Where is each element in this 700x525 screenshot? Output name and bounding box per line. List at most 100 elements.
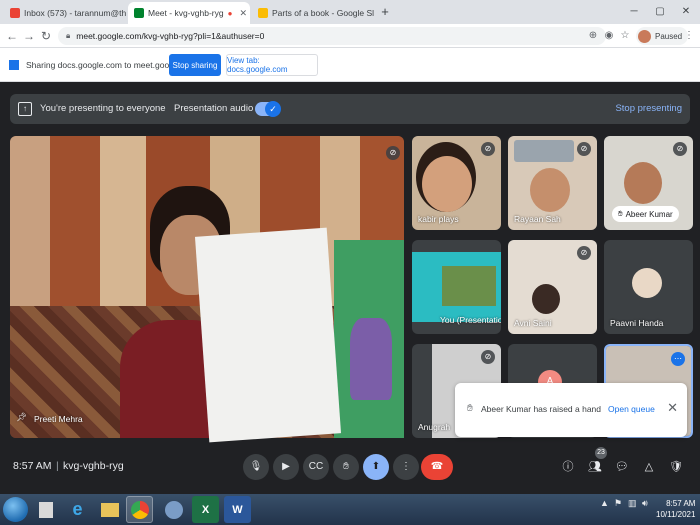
mic-off-icon: ⊘ [577, 142, 591, 156]
mic-off-icon: ⊘ [386, 146, 400, 160]
paper-sheet [194, 227, 342, 443]
presenting-text: You're presenting to everyone [40, 103, 166, 114]
more-options-button[interactable]: ⋮ [393, 454, 419, 480]
open-queue-button[interactable]: Open queue [608, 404, 655, 414]
book-illustration [350, 318, 392, 400]
leave-call-button[interactable]: ☎︎ [421, 454, 453, 480]
file-explorer-icon[interactable] [96, 496, 123, 523]
excel-icon[interactable]: X [192, 496, 219, 523]
minimize-icon[interactable]: ─ [620, 0, 648, 24]
tab-label: Inbox (573) - tarannum@theindi [24, 8, 126, 18]
presentation-audio-toggle[interactable]: ✓ [255, 101, 281, 117]
curtain [100, 136, 146, 316]
participant-tile[interactable]: ⊘ Rayaan Sah [508, 136, 597, 230]
slide-image [442, 266, 496, 306]
mic-button[interactable]: 🎙︎ [243, 454, 269, 480]
system-time: 8:57 AM [666, 499, 696, 508]
chrome-icon[interactable] [126, 496, 153, 523]
captions-icon: CC [308, 461, 324, 472]
mic-icon: 🎙︎ [249, 461, 263, 472]
camera-button[interactable]: ▶︎ [273, 454, 299, 480]
curtain [10, 136, 50, 316]
zoom-icon[interactable]: ⊕ [586, 28, 600, 44]
participant-name: Paavni Handa [610, 318, 664, 328]
camera-icon[interactable]: ◉ [602, 28, 616, 44]
main-tile-name: Preeti Mehra [34, 414, 83, 424]
participant-name: kabir plays [418, 214, 459, 224]
host-controls-icon[interactable]: 🛡︎ [667, 458, 685, 476]
mic-off-icon: ⊘ [577, 246, 591, 260]
participant-name: Rayaan Sah [514, 214, 561, 224]
hand-icon: ✋︎ [467, 403, 473, 414]
tray-chevron-icon[interactable]: ▲ [600, 498, 609, 508]
volume-icon[interactable]: 🔊︎ [642, 498, 648, 509]
presentation-audio-label: Presentation audio [174, 103, 254, 114]
avatar [632, 268, 662, 298]
raised-hand-notification: ✋︎ Abeer Kumar has raised a hand Open qu… [455, 383, 687, 437]
notification-text: Abeer Kumar has raised a hand [481, 404, 602, 414]
people-icon[interactable]: 👥︎ [586, 458, 604, 476]
internet-explorer-icon[interactable]: e [64, 496, 91, 523]
present-button[interactable]: ⬆︎ [363, 454, 389, 480]
captions-button[interactable]: CC [303, 454, 329, 480]
presentation-bar: ↑ You're presenting to everyone Presenta… [10, 94, 690, 124]
participant-tile-presentation[interactable]: You (Presentation) [412, 240, 501, 334]
system-clock[interactable]: 8:57 AM 10/11/2021 [656, 498, 695, 520]
present-icon: ↑ [18, 102, 32, 116]
participant-tile[interactable]: ⊘ kabir plays [412, 136, 501, 230]
gmail-icon [10, 8, 20, 18]
file-icon[interactable] [32, 496, 59, 523]
participant-face [422, 156, 472, 212]
participant-head [532, 284, 560, 314]
participant-name: Anugrah [418, 422, 451, 432]
meeting-details-icon[interactable]: ⓘ [559, 458, 577, 476]
held-object [514, 140, 574, 162]
maximize-icon[interactable]: ▢ [646, 0, 674, 24]
lock-icon: 🔒︎ [66, 31, 71, 40]
star-icon[interactable]: ☆ [618, 28, 632, 44]
back-icon[interactable]: ← [4, 28, 20, 44]
close-icon[interactable]: ✕ [667, 400, 678, 416]
windows-taskbar: e X W ▲ ⚑ ▥ 🔊︎ 8:57 AM 10/11/2021 [0, 494, 700, 525]
new-tab-button[interactable]: + [377, 4, 393, 20]
participant-name: Abeer Kumar [625, 209, 673, 219]
pin-icon[interactable]: 📌︎ [16, 412, 27, 423]
start-button[interactable] [3, 497, 28, 522]
meeting-code: kvg-vghb-ryg [63, 460, 124, 472]
hand-icon: ✋︎ [618, 209, 623, 218]
word-icon[interactable]: W [224, 496, 251, 523]
address-bar[interactable]: 🔒︎ meet.google.com/kvg-vghb-ryg?pli=1&au… [58, 27, 606, 45]
participant-name: Avni Saini [514, 318, 552, 328]
sharing-infobar: Sharing docs.google.com to meet.google.c… [0, 48, 700, 82]
stop-presenting-button[interactable]: Stop presenting [615, 103, 682, 114]
video-camera-icon: ▶︎ [282, 461, 290, 472]
close-icon[interactable]: ✕ [239, 8, 247, 19]
meeting-controls: 8:57 AM | kvg-vghb-ryg 🎙︎ ▶︎ CC ✋︎ ⬆︎ ⋮ … [0, 444, 700, 494]
tab-label: Parts of a book - Google Sli [272, 8, 374, 18]
network-icon[interactable]: ▥ [628, 498, 637, 509]
menu-icon[interactable]: ⋮ [682, 28, 696, 44]
tab-slides[interactable]: Parts of a book - Google Sli ✕ [252, 2, 374, 24]
raise-hand-button[interactable]: ✋︎ [333, 454, 359, 480]
tab-gmail[interactable]: Inbox (573) - tarannum@theindi ✕ [4, 2, 126, 24]
chat-icon[interactable]: 💬︎ [613, 458, 631, 476]
system-date: 10/11/2021 [656, 510, 696, 519]
tab-meet[interactable]: Meet - kvg-vghb-ryg ● ✕ [128, 2, 250, 24]
participant-face [624, 162, 662, 204]
stop-sharing-button[interactable]: Stop sharing [169, 54, 221, 76]
browser-toolbar: ← → ↻ 🔒︎ meet.google.com/kvg-vghb-ryg?pl… [0, 24, 700, 48]
activities-icon[interactable]: △ [640, 458, 658, 476]
app-icon[interactable] [160, 496, 187, 523]
participant-tile[interactable]: Paavni Handa [604, 240, 693, 334]
participant-tile[interactable]: ⊘ Avni Saini [508, 240, 597, 334]
profile-button[interactable]: Paused [636, 27, 689, 45]
forward-icon[interactable]: → [21, 28, 37, 44]
participant-tile[interactable]: ⊘ ✋︎ Abeer Kumar [604, 136, 693, 230]
reload-icon[interactable]: ↻ [38, 28, 54, 44]
tab-label: Meet - kvg-vghb-ryg [148, 8, 224, 18]
view-tab-button[interactable]: View tab: docs.google.com [226, 54, 318, 76]
close-window-icon[interactable]: ✕ [672, 0, 700, 24]
raised-hand-pill: ✋︎ Abeer Kumar [612, 206, 679, 222]
flag-icon[interactable]: ⚑ [614, 498, 622, 509]
more-options-icon[interactable]: ⋯ [671, 352, 685, 366]
